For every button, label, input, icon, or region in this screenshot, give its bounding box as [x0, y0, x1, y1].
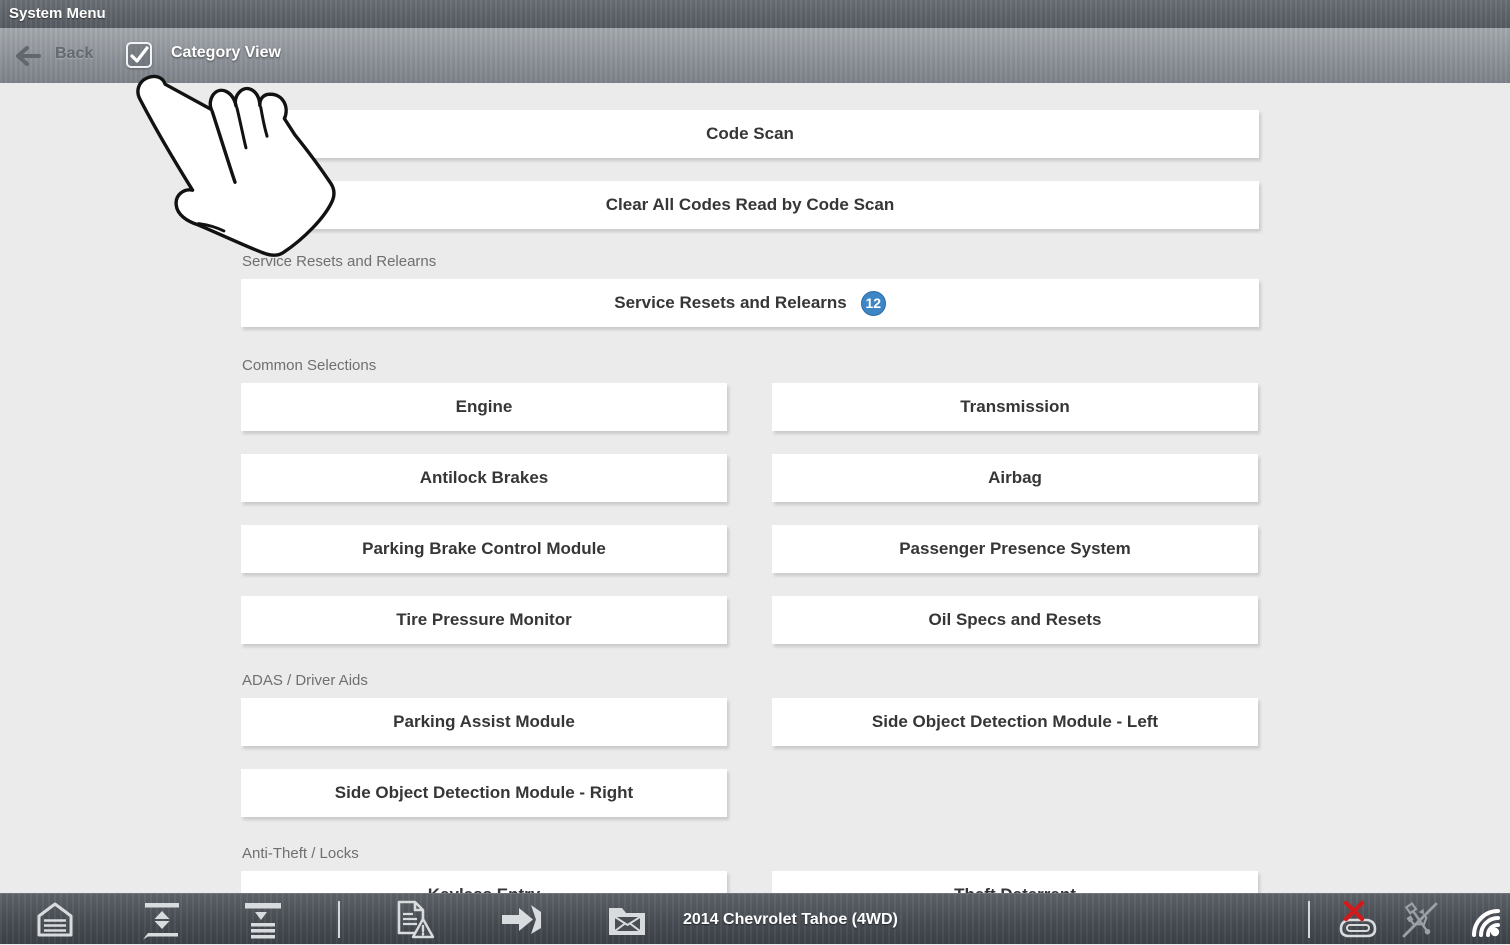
- wifi-connected-icon: [1462, 899, 1506, 940]
- airbag-button[interactable]: Airbag: [772, 454, 1258, 502]
- tire-pressure-monitor-button[interactable]: Tire Pressure Monitor: [241, 596, 727, 644]
- section-label-common-selections: Common Selections: [242, 357, 942, 375]
- system-menu-screen: { "title_bar": { "title": "System Menu" …: [0, 0, 1510, 944]
- count-badge: 12: [861, 291, 886, 316]
- data-expand-icon[interactable]: [140, 899, 184, 940]
- back-button[interactable]: Back: [55, 45, 93, 63]
- usb-disconnected-icon: [1398, 899, 1442, 940]
- code-scan-button[interactable]: Code Scan: [241, 110, 1259, 158]
- back-arrow-icon[interactable]: [13, 45, 45, 67]
- vehicle-label: 2014 Chevrolet Tahoe (4WD): [683, 894, 898, 945]
- page-title: System Menu: [9, 5, 106, 22]
- side-object-right-button[interactable]: Side Object Detection Module - Right: [241, 769, 727, 817]
- status-bar: 2014 Chevrolet Tahoe (4WD): [0, 893, 1510, 944]
- nav-toolbar: Back Category View: [0, 28, 1510, 83]
- clear-all-codes-button[interactable]: Clear All Codes Read by Code Scan: [241, 181, 1259, 229]
- service-resets-button-label: Service Resets and Relearns: [614, 293, 846, 313]
- category-view-label: Category View: [171, 44, 281, 62]
- antilock-brakes-button[interactable]: Antilock Brakes: [241, 454, 727, 502]
- section-label-adas: ADAS / Driver Aids: [242, 672, 942, 690]
- fast-track-icon[interactable]: [498, 899, 542, 940]
- scan-module-error-icon: [1334, 899, 1378, 940]
- service-resets-button[interactable]: Service Resets and Relearns 12: [241, 279, 1259, 327]
- engine-button[interactable]: Engine: [241, 383, 727, 431]
- oil-specs-and-resets-button[interactable]: Oil Specs and Resets: [772, 596, 1258, 644]
- category-view-checkbox[interactable]: [126, 42, 152, 68]
- sort-list-icon[interactable]: [241, 899, 285, 940]
- section-label-service-resets: Service Resets and Relearns: [242, 253, 942, 271]
- hand-pointer-graphic: [105, 68, 385, 283]
- status-bar-divider: [1308, 901, 1310, 938]
- vehicle-records-icon[interactable]: [605, 899, 649, 940]
- garage-home-icon[interactable]: [33, 899, 77, 940]
- checkmark-icon: [129, 45, 150, 66]
- diagnostic-codes-icon[interactable]: [391, 899, 435, 940]
- section-label-anti-theft: Anti-Theft / Locks: [242, 845, 942, 863]
- passenger-presence-system-button[interactable]: Passenger Presence System: [772, 525, 1258, 573]
- parking-brake-control-module-button[interactable]: Parking Brake Control Module: [241, 525, 727, 573]
- transmission-button[interactable]: Transmission: [772, 383, 1258, 431]
- side-object-left-button[interactable]: Side Object Detection Module - Left: [772, 698, 1258, 746]
- parking-assist-module-button[interactable]: Parking Assist Module: [241, 698, 727, 746]
- status-bar-divider: [338, 901, 340, 938]
- title-bar: System Menu: [0, 0, 1510, 28]
